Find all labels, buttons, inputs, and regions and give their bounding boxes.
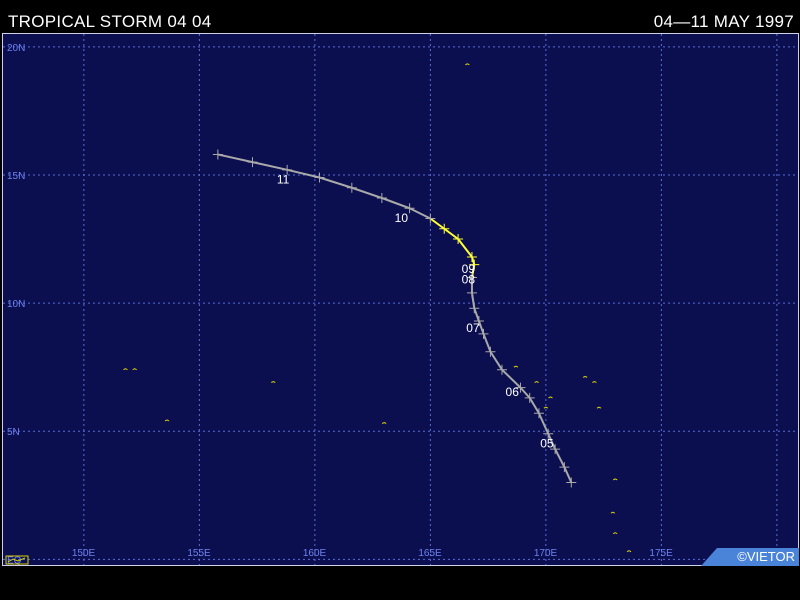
lon-label: 170E xyxy=(534,548,558,559)
lon-label: 150E xyxy=(72,548,96,559)
track-point xyxy=(566,477,577,488)
day-label: 10 xyxy=(395,211,409,225)
lon-label: 175E xyxy=(649,548,673,559)
lat-label: 20N xyxy=(7,43,25,54)
track-segment xyxy=(489,351,503,371)
track-segment xyxy=(538,412,550,435)
track-segment xyxy=(554,448,566,468)
day-label: 07 xyxy=(466,321,480,335)
track-point xyxy=(212,149,223,160)
island xyxy=(543,406,549,409)
track-segment xyxy=(409,207,431,220)
island xyxy=(123,368,128,371)
island xyxy=(612,478,618,481)
day-label: 05 xyxy=(540,436,554,450)
header: TROPICAL STORM 04 04 04—11 MAY 1997 xyxy=(0,0,800,34)
island xyxy=(626,550,632,553)
track-segment xyxy=(482,333,492,353)
island xyxy=(548,396,553,399)
track-point xyxy=(346,182,357,193)
track-segment xyxy=(252,161,288,171)
island xyxy=(465,63,470,66)
lat-label: 10N xyxy=(7,299,25,310)
lon-label: 155E xyxy=(187,548,211,559)
lon-label: 160E xyxy=(303,548,327,559)
lon-label: 165E xyxy=(418,548,442,559)
track-point xyxy=(559,462,570,473)
day-label: 06 xyxy=(506,385,520,399)
island xyxy=(513,365,519,368)
day-label: 09 xyxy=(462,262,476,276)
island xyxy=(164,419,170,422)
track-map-canvas: 20N15N10N5NEQ150E155E160E165E170E175E180… xyxy=(3,34,798,565)
track-point xyxy=(533,408,544,419)
track-segment xyxy=(519,386,531,399)
track-segment xyxy=(473,307,480,322)
track-segment xyxy=(457,238,473,258)
track-segment xyxy=(429,217,445,230)
track-segment xyxy=(381,197,410,210)
island xyxy=(132,368,137,371)
track-map: 20N15N10N5NEQ150E155E160E165E170E175E180… xyxy=(2,33,799,566)
island xyxy=(596,406,602,409)
track-segment xyxy=(319,176,353,189)
island xyxy=(381,421,387,424)
track-point xyxy=(376,193,387,203)
island xyxy=(610,511,616,514)
track-point xyxy=(469,303,480,314)
lat-label: 5N xyxy=(7,427,20,438)
island xyxy=(592,380,597,383)
island xyxy=(534,380,539,383)
island xyxy=(612,532,618,535)
date-range: 04—11 MAY 1997 xyxy=(653,12,794,31)
track-segment xyxy=(217,153,253,164)
track-segment xyxy=(528,397,540,414)
track-segment xyxy=(443,227,459,240)
legend-icon xyxy=(5,555,29,565)
storm-title: TROPICAL STORM 04 04 xyxy=(8,12,212,31)
lat-label: 15N xyxy=(7,171,25,182)
island xyxy=(582,375,588,378)
credit-badge: ©VIETOR xyxy=(701,548,799,566)
island xyxy=(271,380,276,383)
day-label: 11 xyxy=(277,173,290,187)
track-point xyxy=(485,346,496,357)
track-segment xyxy=(563,466,573,483)
track-segment xyxy=(351,186,383,199)
track-point xyxy=(247,157,258,168)
track-point xyxy=(466,287,477,298)
track-point xyxy=(314,172,325,183)
track-point xyxy=(478,328,489,339)
